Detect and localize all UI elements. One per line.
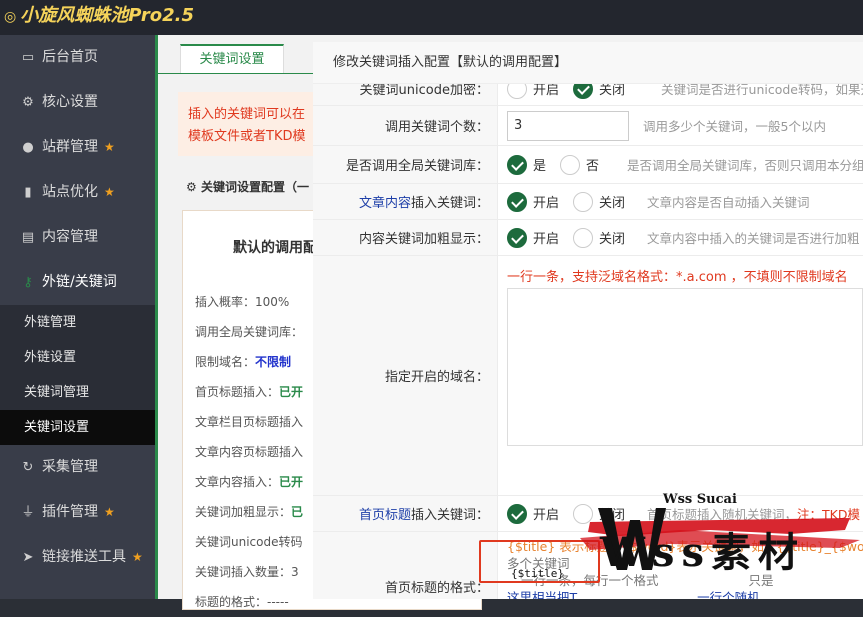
format-value: {$title}: [511, 567, 564, 580]
radio-article-on[interactable]: [507, 191, 527, 212]
sidebar-item-core-settings[interactable]: ⚙ 核心设置: [0, 80, 155, 125]
sidebar-subitem-keyword-manage[interactable]: 关键词管理: [0, 375, 155, 410]
watermark: Wss Sucai Wss素材: [560, 492, 860, 580]
sidebar-item-site-group[interactable]: ● 站群管理 ★: [0, 125, 155, 170]
row-article-insert: 文章内容 插入关键词： 开启 关闭 文章内容是否自动插入关键词: [313, 184, 863, 220]
watermark-small-text: Wss Sucai: [663, 492, 737, 507]
row-global-library: 是否调用全局关键词库： 是 否 是否调用全局关键词库，否则只调用本分组: [313, 146, 863, 184]
logo-icon: ◎: [4, 9, 17, 25]
app-header: ◎ 小旋风蜘蛛池Pro2.5: [0, 0, 863, 35]
app-title: 小旋风蜘蛛池Pro2.5: [20, 5, 194, 26]
sidebar-item-site-optimize[interactable]: ▮ 站点优化 ★: [0, 170, 155, 215]
radio-bold-on[interactable]: [507, 227, 527, 248]
row-keyword-count: 调用关键词个数： 3 调用多少个关键词，一般5个以内: [313, 106, 863, 146]
config-section-title: ⚙ 关键词设置配置（一: [186, 180, 309, 194]
key-icon: ⚷: [23, 275, 33, 290]
row-bold: 内容关键词加粗显示： 开启 关闭 文章内容中插入的关键词是否进行加粗: [313, 220, 863, 256]
radio-unicode-off[interactable]: [573, 84, 594, 99]
plug-icon: ⏚: [21, 505, 35, 520]
sidebar-item-content[interactable]: ▤ 内容管理: [0, 215, 155, 260]
refresh-icon: ↻: [22, 460, 34, 475]
sidebar-item-plugins[interactable]: ⏚ 插件管理 ★: [0, 490, 155, 535]
send-icon: ➤: [22, 550, 34, 565]
pin-icon: ★: [104, 505, 115, 519]
gear-icon: ⚙: [186, 180, 201, 194]
row-unicode: 关键词unicode加密： 开启 关闭 关键词是否进行unicode转码，如果开: [313, 84, 863, 106]
user-icon: ●: [22, 140, 34, 155]
row-domain: 指定开启的域名： 一行一条，支持泛域名格式：*.a.com ，不填则不限制域名: [313, 256, 863, 496]
radio-unicode-on[interactable]: [507, 84, 527, 99]
sidebar-item-collect[interactable]: ↻ 采集管理: [0, 445, 155, 490]
sidebar-subitem-link-manage[interactable]: 外链管理: [0, 305, 155, 340]
pin-icon: ★: [104, 140, 115, 154]
radio-index-title-on[interactable]: [507, 503, 527, 524]
sidebar-subitem-link-settings[interactable]: 外链设置: [0, 340, 155, 375]
pin-icon: ★: [104, 185, 115, 199]
domain-hint: 一行一条，支持泛域名格式：*.a.com ，不填则不限制域名: [507, 270, 848, 285]
radio-article-off[interactable]: [573, 191, 594, 212]
sidebar-subitem-keyword-settings[interactable]: 关键词设置: [0, 410, 155, 445]
gear-icon: ⚙: [22, 95, 34, 110]
radio-global-no[interactable]: [560, 154, 581, 175]
tab-keyword-settings[interactable]: 关键词设置: [180, 44, 284, 74]
bar-chart-icon: ▮: [24, 185, 32, 200]
sidebar-item-links-keywords[interactable]: ⚷ 外链/关键词: [0, 260, 155, 305]
sidebar-item-home[interactable]: ▭ 后台首页: [0, 35, 155, 80]
document-icon: ▤: [21, 230, 35, 245]
radio-bold-off[interactable]: [573, 227, 594, 248]
sidebar-item-push-tool[interactable]: ➤ 链接推送工具 ★: [0, 535, 155, 580]
monitor-icon: ▭: [21, 50, 35, 65]
format-help-4: 这里相当把T 一行个随机: [507, 590, 760, 599]
watermark-big-text: Wss素材: [600, 529, 805, 576]
keyword-count-input[interactable]: 3: [507, 110, 629, 141]
domain-textarea[interactable]: [507, 288, 863, 446]
dialog-title: 修改关键词插入配置【默认的调用配置】: [313, 42, 863, 84]
radio-global-yes[interactable]: [507, 154, 527, 175]
pin-icon: ★: [132, 550, 143, 564]
sidebar: ▭ 后台首页 ⚙ 核心设置 ● 站群管理 ★ ▮ 站点优化 ★ ▤ 内容管理 ⚷ 外链/关键词 …: [0, 35, 155, 599]
